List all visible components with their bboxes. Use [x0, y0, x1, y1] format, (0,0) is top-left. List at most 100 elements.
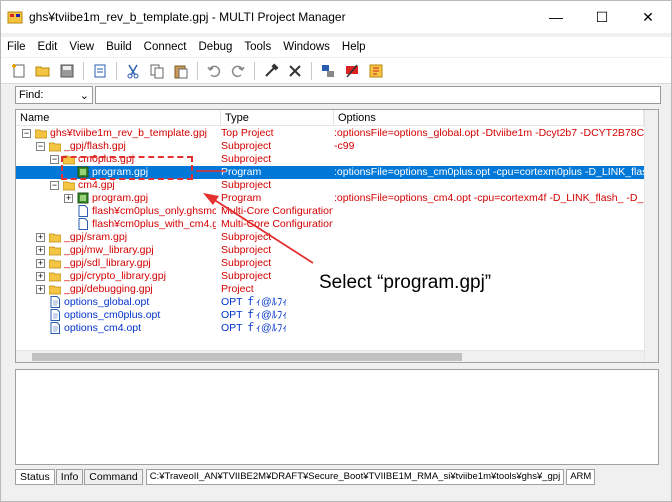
menu-edit[interactable]: Edit	[32, 41, 64, 53]
tree-cell-name: flash¥cm0plus_with_cm4.ghsmc	[16, 218, 216, 231]
build-hammer-icon	[265, 62, 279, 77]
collapse-icon[interactable]: −	[22, 129, 31, 138]
menu-file[interactable]: File	[1, 41, 32, 53]
expand-icon[interactable]: +	[64, 194, 73, 203]
vertical-scrollbar[interactable]	[644, 110, 658, 362]
chevron-down-icon: ⌄	[79, 89, 89, 102]
menu-view[interactable]: View	[63, 41, 100, 53]
tree-row[interactable]: − cm4.gpj Subproject	[16, 179, 644, 192]
folder-icon	[49, 233, 61, 243]
build-button[interactable]	[261, 61, 281, 81]
tree-cell-options	[334, 257, 644, 270]
tree-cell-name: + _gpj/mw_library.gpj	[16, 244, 216, 257]
rebuild-button[interactable]	[285, 61, 305, 81]
find-input[interactable]	[95, 86, 661, 104]
menu-connect[interactable]: Connect	[138, 41, 193, 53]
horizontal-scrollbar[interactable]	[16, 350, 644, 362]
tree-item-label: options_global.opt	[64, 296, 150, 308]
disconnect-icon	[346, 64, 358, 77]
tree-cell-name: + program.gpj	[16, 192, 216, 205]
copy-button[interactable]	[147, 61, 167, 81]
tree-row[interactable]: + program.gpj Program:optionsFile=options_…	[16, 192, 644, 205]
tree-item-label: cm4.gpj	[78, 179, 115, 191]
column-header-name[interactable]: Name	[16, 110, 221, 126]
column-header-options[interactable]: Options	[334, 110, 644, 126]
properties-icon	[94, 64, 106, 77]
expand-icon[interactable]: +	[36, 259, 45, 268]
menu-bar: File Edit View Build Connect Debug Tools…	[1, 37, 671, 57]
properties-button[interactable]	[90, 61, 110, 81]
tree-row[interactable]: options_cm0plus.opt OPT ｆｨ@ﾙﾌｨ	[16, 309, 644, 322]
new-project-button[interactable]	[9, 61, 29, 81]
tree-cell-options	[334, 296, 644, 309]
toolbar-separator	[311, 61, 312, 80]
find-select[interactable]: Find: ⌄	[15, 86, 93, 104]
folder-icon	[35, 129, 47, 139]
tree-cell-type: Subproject	[221, 153, 272, 165]
tree-cell-options: -c99	[334, 140, 355, 152]
tree-row[interactable]: flash¥cm0plus_with_cm4.ghsmc Multi-Core C…	[16, 218, 644, 231]
rebuild-icon	[289, 64, 301, 77]
expand-icon[interactable]: +	[36, 246, 45, 255]
collapse-icon[interactable]: −	[50, 155, 59, 164]
connect-button[interactable]	[318, 61, 338, 81]
expand-icon[interactable]: +	[36, 272, 45, 281]
tree-cell-name: + _gpj/sram.gpj	[16, 231, 216, 244]
tree-row[interactable]: + _gpj/sram.gpj Subproject	[16, 231, 644, 244]
menu-help[interactable]: Help	[336, 41, 372, 53]
close-button[interactable]: ✕	[625, 1, 671, 33]
new-icon	[12, 63, 25, 77]
folder-icon	[49, 246, 61, 256]
column-header-type[interactable]: Type	[221, 110, 334, 126]
disconnect-button[interactable]	[342, 61, 362, 81]
tree-row[interactable]: − ghs¥tviibe1m_rev_b_template.gpj Top Proj…	[16, 127, 644, 140]
tree-cell-type: Top Project	[221, 127, 274, 139]
save-button[interactable]	[57, 61, 77, 81]
tree-row[interactable]: + _gpj/mw_library.gpj Subproject	[16, 244, 644, 257]
folder-icon	[49, 285, 61, 295]
status-bar: Status Info Command C:¥TraveoII_AN¥TVIIB…	[15, 468, 659, 486]
debug-icon	[369, 64, 383, 77]
tree-row[interactable]: options_cm4.opt OPT ｆｨ@ﾙﾌｨ	[16, 322, 644, 335]
tree-item-label: _gpj/debugging.gpj	[64, 283, 153, 295]
menu-windows[interactable]: Windows	[277, 41, 336, 53]
menu-build[interactable]: Build	[100, 41, 138, 53]
window-title: ghs¥tviibe1m_rev_b_template.gpj - MULTI …	[29, 10, 346, 24]
cut-button[interactable]	[123, 61, 143, 81]
toolbar-separator	[197, 61, 198, 80]
folder-icon	[63, 181, 75, 191]
config-file-icon	[78, 205, 88, 217]
minimize-button[interactable]: —	[533, 1, 579, 33]
tree-item-label: _gpj/mw_library.gpj	[64, 244, 154, 256]
paste-button[interactable]	[171, 61, 191, 81]
open-button[interactable]	[33, 61, 53, 81]
menu-debug[interactable]: Debug	[193, 41, 239, 53]
tree-row[interactable]: options_global.opt OPT ｆｨ@ﾙﾌｨ	[16, 296, 644, 309]
document-icon	[50, 296, 60, 308]
tree-cell-options	[334, 179, 644, 192]
tree-row[interactable]: − _gpj/flash.gpj Subproject -c99	[16, 140, 644, 153]
expand-icon[interactable]: +	[36, 233, 45, 242]
expand-icon[interactable]: +	[36, 285, 45, 294]
tree-item-label: _gpj/crypto_library.gpj	[64, 270, 166, 282]
maximize-button[interactable]: ☐	[579, 1, 625, 33]
cut-icon	[127, 64, 139, 78]
redo-button[interactable]	[228, 61, 248, 81]
folder-icon	[49, 142, 61, 152]
tree-cell-type: Program	[221, 192, 262, 204]
tree-item-label: options_cm0plus.opt	[64, 309, 161, 321]
undo-button[interactable]	[204, 61, 224, 81]
tree-cell-name: − _gpj/flash.gpj	[16, 140, 216, 153]
tab-command[interactable]: Command	[84, 469, 143, 485]
collapse-icon[interactable]: −	[36, 142, 45, 151]
tab-status[interactable]: Status	[15, 469, 55, 485]
horizontal-scroll-thumb[interactable]	[32, 353, 462, 361]
tree-row[interactable]: flash¥cm0plus_only.ghsmc Multi-Core Confi…	[16, 205, 644, 218]
menu-tools[interactable]: Tools	[238, 41, 277, 53]
debug-button[interactable]	[366, 61, 386, 81]
tree-item-label: _gpj/sram.gpj	[64, 231, 128, 243]
tree-row[interactable]: + _gpj/sdl_library.gpj Subproject	[16, 257, 644, 270]
output-pane	[15, 369, 659, 465]
tab-info[interactable]: Info	[55, 469, 84, 485]
collapse-icon[interactable]: −	[50, 181, 59, 190]
